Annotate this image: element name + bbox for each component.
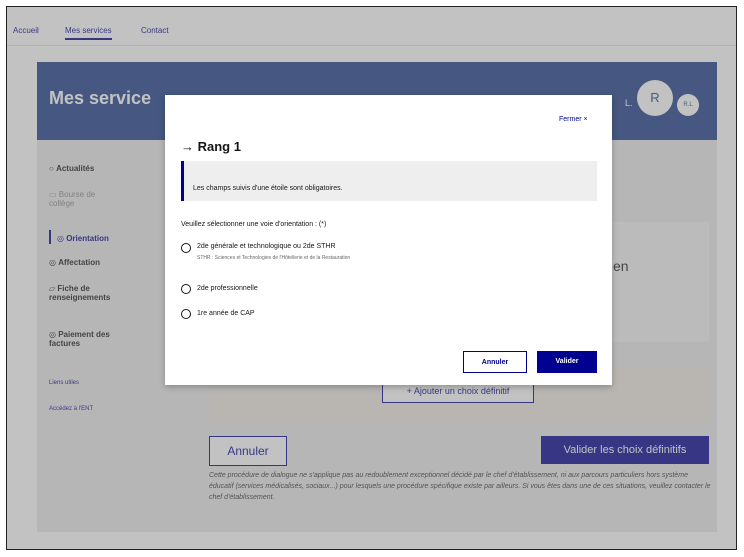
orientation-legend: Veuillez sélectionner une voie d'orienta… xyxy=(181,221,327,228)
dialog-validate-button[interactable]: Valider xyxy=(537,351,597,373)
dialog-title: → Rang 1 xyxy=(181,139,241,154)
dialog-cancel-button[interactable]: Annuler xyxy=(463,351,527,373)
close-button[interactable]: Fermer × xyxy=(559,116,588,123)
option-hint: STHR : Sciences et Technologies de l'Hôt… xyxy=(197,255,351,261)
required-fields-notice: Les champs suivis d'une étoile sont obli… xyxy=(193,185,343,192)
option-label[interactable]: 1re année de CAP xyxy=(197,310,255,317)
radio-option-2pro[interactable] xyxy=(181,284,191,294)
option-label[interactable]: 2de générale et technologique ou 2de STH… xyxy=(197,243,336,250)
orientation-dialog: Fermer × → Rang 1 Les champs suivis d'un… xyxy=(165,95,612,385)
browser-frame: Accueil Mes services Contact Mes service… xyxy=(6,6,737,550)
option-label[interactable]: 2de professionnelle xyxy=(197,285,258,292)
radio-option-2gt[interactable] xyxy=(181,243,191,253)
radio-option-cap[interactable] xyxy=(181,309,191,319)
info-box xyxy=(181,161,597,201)
